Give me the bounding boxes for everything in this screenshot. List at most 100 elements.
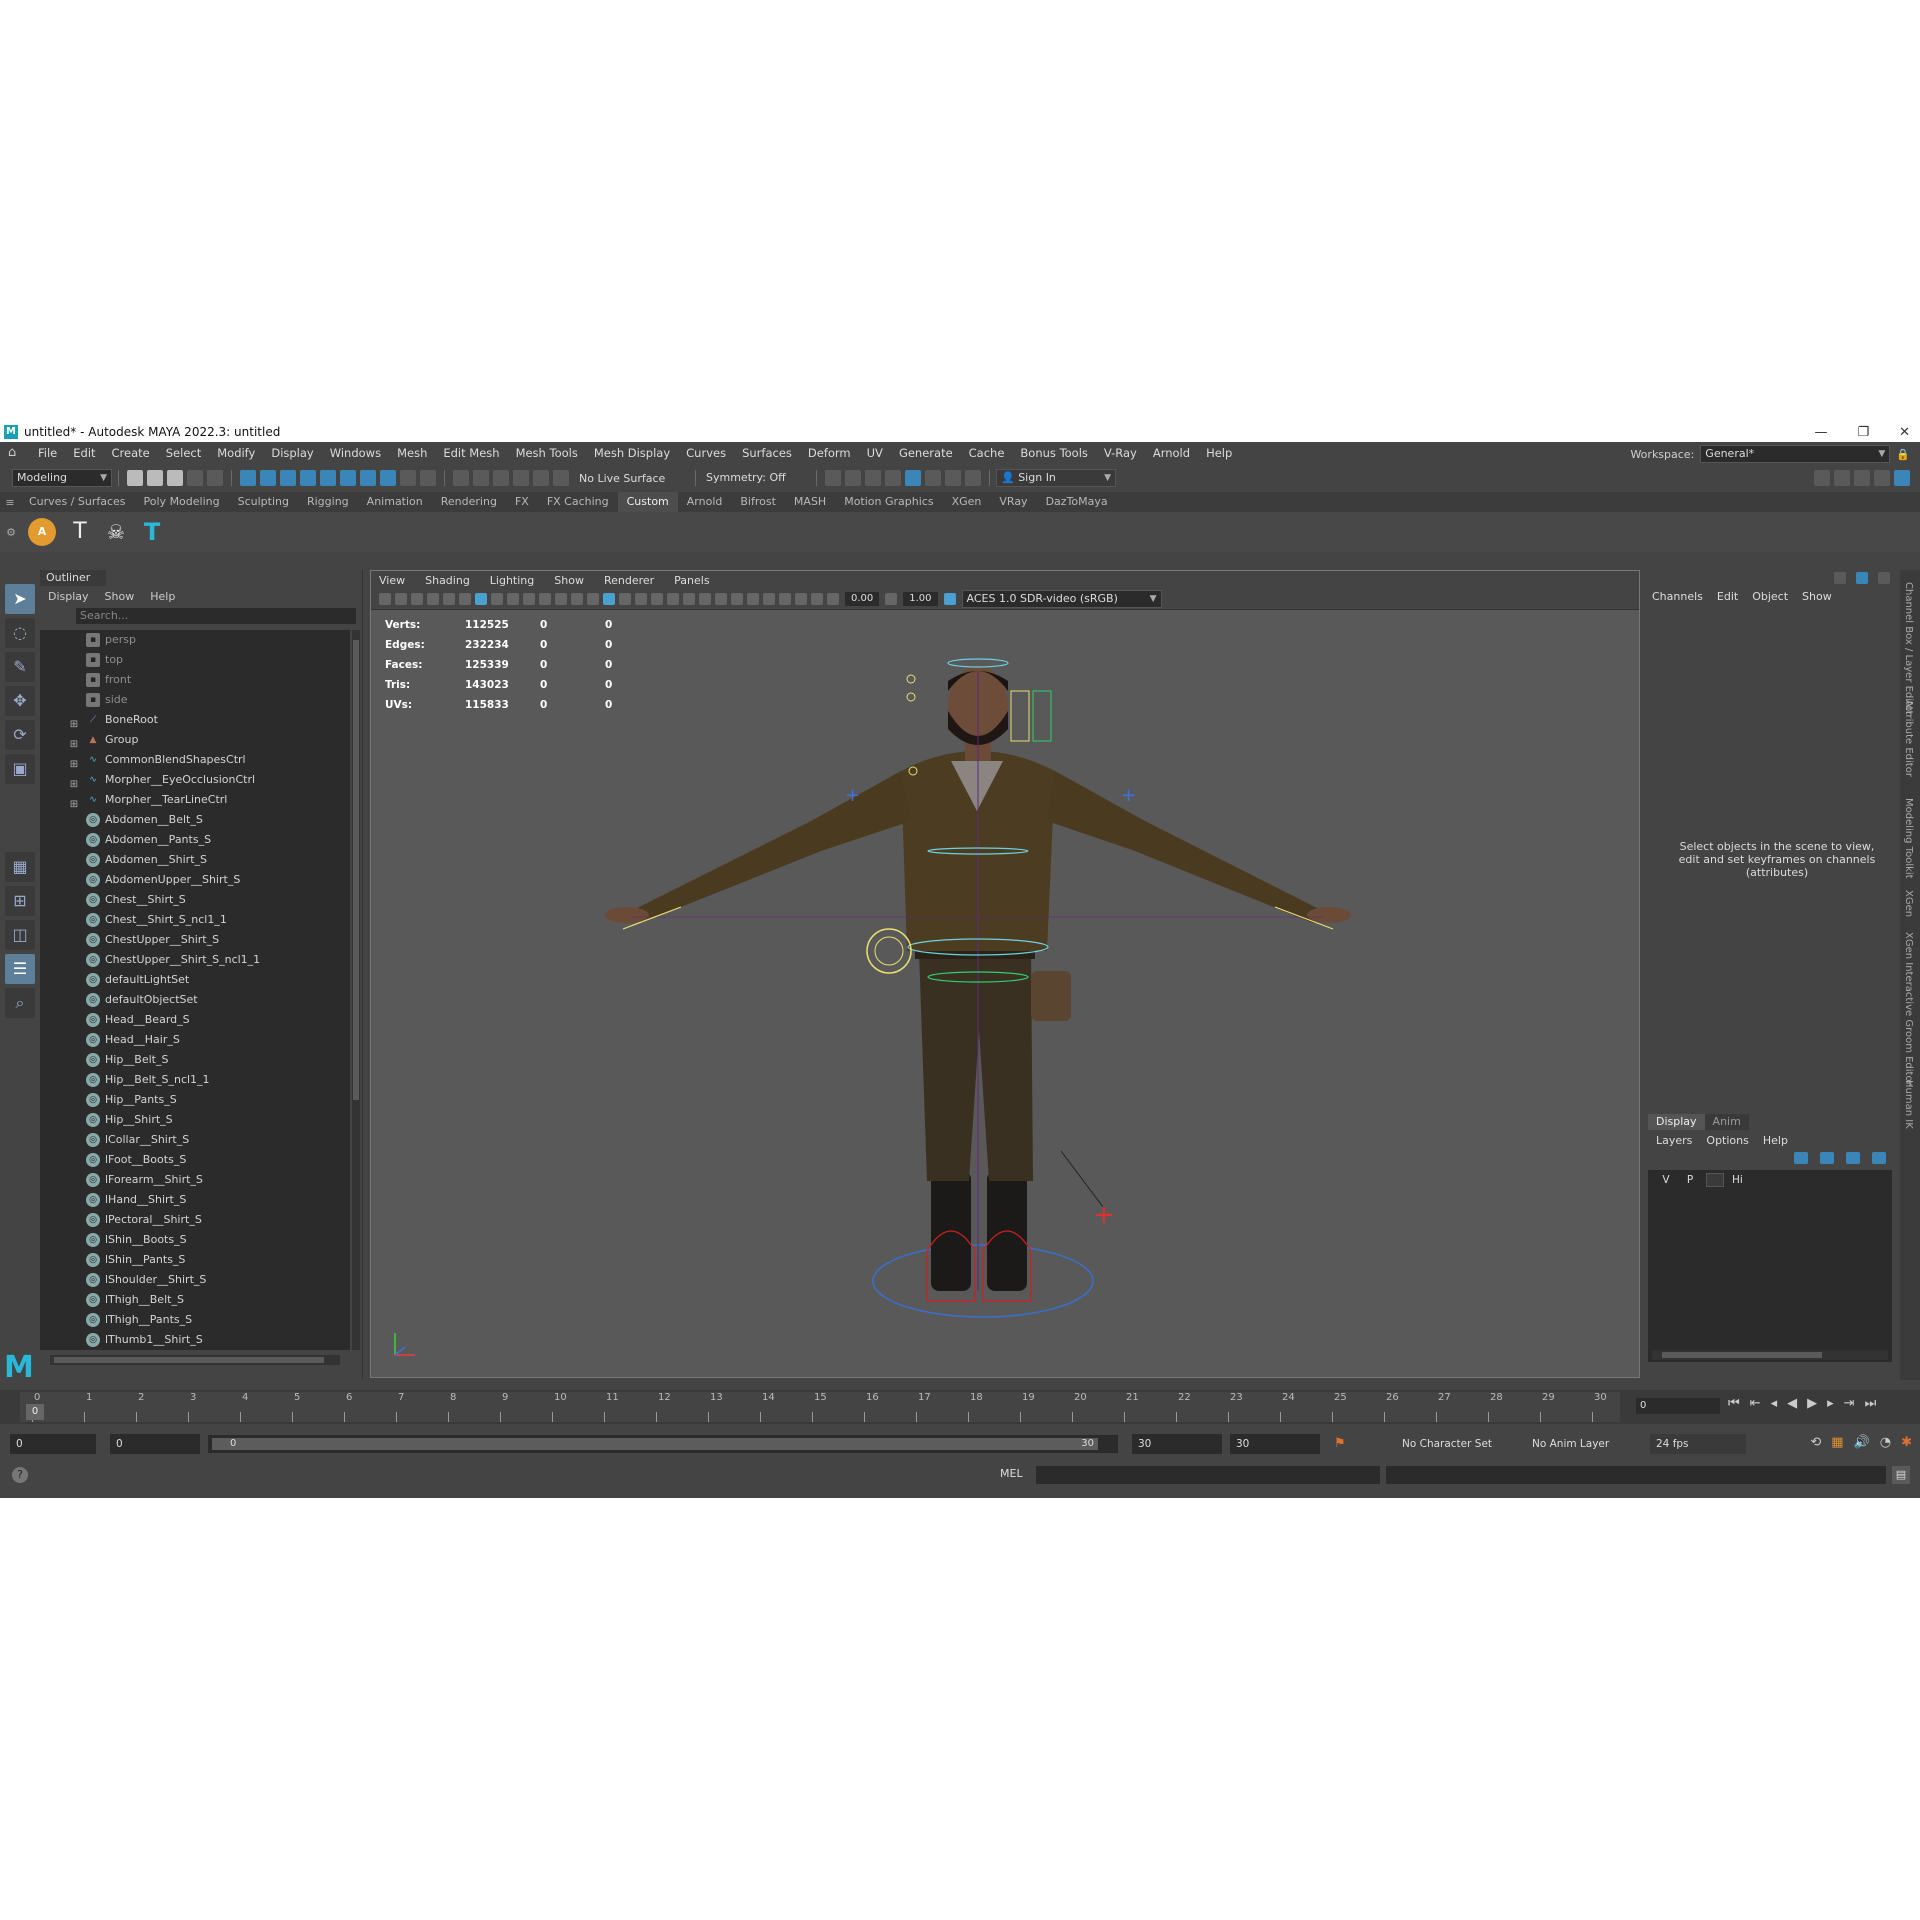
snap-curve-icon[interactable] <box>473 470 489 486</box>
menu-select[interactable]: Select <box>158 446 209 460</box>
time-slider-track[interactable]: 0 1 2 3 4 5 6 7 8 9 10 11 12 13 14 15 16 17 18 19 20 21 22 23 24… <box>20 1392 1620 1422</box>
anim-layer-dropdown[interactable]: No Anim Layer <box>1526 1434 1632 1454</box>
command-input[interactable] <box>1036 1466 1380 1484</box>
shelf-tab-fx[interactable]: FX <box>506 492 538 512</box>
select-multi-icon[interactable] <box>380 470 396 486</box>
motion-blur-icon[interactable] <box>715 593 727 605</box>
menu-file[interactable]: File <box>30 446 65 460</box>
select-uv-icon[interactable] <box>360 470 376 486</box>
anti-aliasing-icon[interactable] <box>731 593 743 605</box>
outliner-menu-display[interactable]: Display <box>48 590 89 603</box>
t-pose-figure-icon[interactable]: T <box>66 518 94 546</box>
single-perspective-view-icon[interactable]: ▦ <box>5 852 35 882</box>
2d-pan-zoom-icon[interactable] <box>443 593 455 605</box>
outliner-item[interactable]: ⊞◎lShin__Pants_S <box>40 1250 350 1270</box>
outliner-item[interactable]: ⊞◎defaultLightSet <box>40 970 350 990</box>
highlight-selection-icon[interactable] <box>420 470 436 486</box>
shelf-tab-motion-graphics[interactable]: Motion Graphics <box>835 492 942 512</box>
shelf-tab-rendering[interactable]: Rendering <box>432 492 506 512</box>
wireframe-icon[interactable] <box>587 593 599 605</box>
shelf-tab-fx-caching[interactable]: FX Caching <box>538 492 618 512</box>
symmetry-dropdown[interactable]: Symmetry: Off <box>702 470 810 486</box>
menu-arnold[interactable]: Arnold <box>1145 446 1198 460</box>
menu-windows[interactable]: Windows <box>322 446 389 460</box>
side-tab-xgen-interactive-groom-editor[interactable]: XGen Interactive Groom Editor <box>1903 932 1914 1086</box>
step-back-frame-icon[interactable]: ◂ <box>1771 1396 1778 1411</box>
side-tab-attribute-editor[interactable]: Attribute Editor <box>1903 700 1914 777</box>
menu-bonus-tools[interactable]: Bonus Tools <box>1012 446 1095 460</box>
side-tab-modeling-toolkit[interactable]: Modeling Toolkit <box>1903 798 1914 879</box>
depth-of-field-icon[interactable] <box>747 593 759 605</box>
outliner-item[interactable]: ⊞◎Hip__Belt_S_ncl1_1 <box>40 1070 350 1090</box>
play-backwards-icon[interactable]: ◀ <box>1787 1396 1797 1411</box>
current-frame-field[interactable]: 0 <box>1636 1398 1720 1414</box>
outliner-item[interactable]: ⊞◎ChestUpper__Shirt_S <box>40 930 350 950</box>
open-scene-icon[interactable] <box>147 470 163 486</box>
shelf-tab-sculpting[interactable]: Sculpting <box>229 492 298 512</box>
outliner-item[interactable]: ⊞◎lShin__Boots_S <box>40 1230 350 1250</box>
xray-active-icon[interactable] <box>795 593 807 605</box>
screen-space-ao-icon[interactable] <box>699 593 711 605</box>
use-all-lights-icon[interactable] <box>667 593 679 605</box>
select-by-component-icon[interactable] <box>280 470 296 486</box>
shelf-settings-icon[interactable]: ⚙ <box>0 526 22 539</box>
expand-icon[interactable]: ⊞ <box>68 795 80 810</box>
menu-help[interactable]: Help <box>1198 446 1240 460</box>
new-layer-icon[interactable] <box>1846 1152 1860 1164</box>
menu-uv[interactable]: UV <box>859 446 891 460</box>
sign-in-button[interactable]: 👤 Sign In ▼ <box>996 469 1116 487</box>
new-layer-selected-icon[interactable] <box>1872 1152 1886 1164</box>
move-layer-down-icon[interactable] <box>1820 1152 1834 1164</box>
shelf-tab-mash[interactable]: MASH <box>785 492 835 512</box>
layer-playback-toggle[interactable]: P <box>1682 1174 1698 1186</box>
snap-point-icon[interactable] <box>493 470 509 486</box>
outliner-item[interactable]: ⊞◎lFoot__Boots_S <box>40 1150 350 1170</box>
modeling-toolkit-icon[interactable] <box>1814 470 1830 486</box>
sound-icon[interactable]: 🔊 <box>1854 1435 1870 1450</box>
step-back-key-icon[interactable]: ⇤ <box>1750 1396 1761 1411</box>
exposure-field[interactable]: 0.00 <box>845 592 880 606</box>
channel-box-menu-edit[interactable]: Edit <box>1717 590 1738 603</box>
undo-icon[interactable] <box>187 470 203 486</box>
bookmark-icon[interactable] <box>411 593 423 605</box>
smooth-shade-icon[interactable] <box>603 593 615 605</box>
outliner-item[interactable]: ⊞▪side <box>40 690 350 710</box>
select-tool-icon[interactable]: ➤ <box>5 584 35 614</box>
resolution-gate-icon[interactable] <box>507 593 519 605</box>
minimize-button[interactable]: — <box>1814 425 1827 440</box>
snap-curve2-icon[interactable] <box>553 470 569 486</box>
camera-attr-icon[interactable] <box>395 593 407 605</box>
vray-render-icon[interactable] <box>925 470 941 486</box>
play-forwards-icon[interactable]: ▶ <box>1807 1396 1817 1411</box>
layer-tab-anim[interactable]: Anim <box>1704 1114 1749 1130</box>
side-tab-human-ik[interactable]: Human IK <box>1903 1080 1914 1129</box>
shelf-tab-daztomaya[interactable]: DazToMaya <box>1037 492 1117 512</box>
select-by-hierarchy-icon[interactable] <box>240 470 256 486</box>
four-view-icon[interactable]: ⊞ <box>5 886 35 916</box>
snap-view-icon[interactable] <box>513 470 529 486</box>
camera-select-icon[interactable] <box>379 593 391 605</box>
daz-figure-icon[interactable]: T <box>138 518 166 546</box>
snap-grid-icon[interactable] <box>453 470 469 486</box>
layer-color-swatch[interactable] <box>1706 1173 1724 1187</box>
shelf-tab-animation[interactable]: Animation <box>358 492 432 512</box>
select-by-object-icon[interactable] <box>260 470 276 486</box>
shelf-tab-bifrost[interactable]: Bifrost <box>731 492 785 512</box>
arnold-shelf-icon[interactable]: A <box>28 518 56 546</box>
workspace-dropdown[interactable]: General* ▼ <box>1700 445 1891 463</box>
outliner-item[interactable]: ⊞◎Chest__Shirt_S_ncl1_1 <box>40 910 350 930</box>
outliner-item[interactable]: ⊞◎ChestUpper__Shirt_S_ncl1_1 <box>40 950 350 970</box>
xray-icon[interactable] <box>635 593 647 605</box>
fps-dropdown[interactable]: 24 fps <box>1650 1434 1746 1454</box>
redo-icon[interactable] <box>207 470 223 486</box>
film-gate-icon[interactable] <box>491 593 503 605</box>
outliner-item[interactable]: ⊞◎Hip__Pants_S <box>40 1090 350 1110</box>
render-current-icon[interactable] <box>825 470 841 486</box>
outliner-item[interactable]: ⊞▪top <box>40 650 350 670</box>
go-to-end-icon[interactable]: ⏭ <box>1865 1396 1877 1411</box>
outliner-item[interactable]: ⊞▪persp <box>40 630 350 650</box>
outliner-menu-show[interactable]: Show <box>105 590 135 603</box>
outliner-item[interactable]: ⊞◎lThumb1__Shirt_S <box>40 1330 350 1350</box>
outliner-item[interactable]: ⊞◎defaultObjectSet <box>40 990 350 1010</box>
layer-menu-layers[interactable]: Layers <box>1656 1134 1692 1147</box>
